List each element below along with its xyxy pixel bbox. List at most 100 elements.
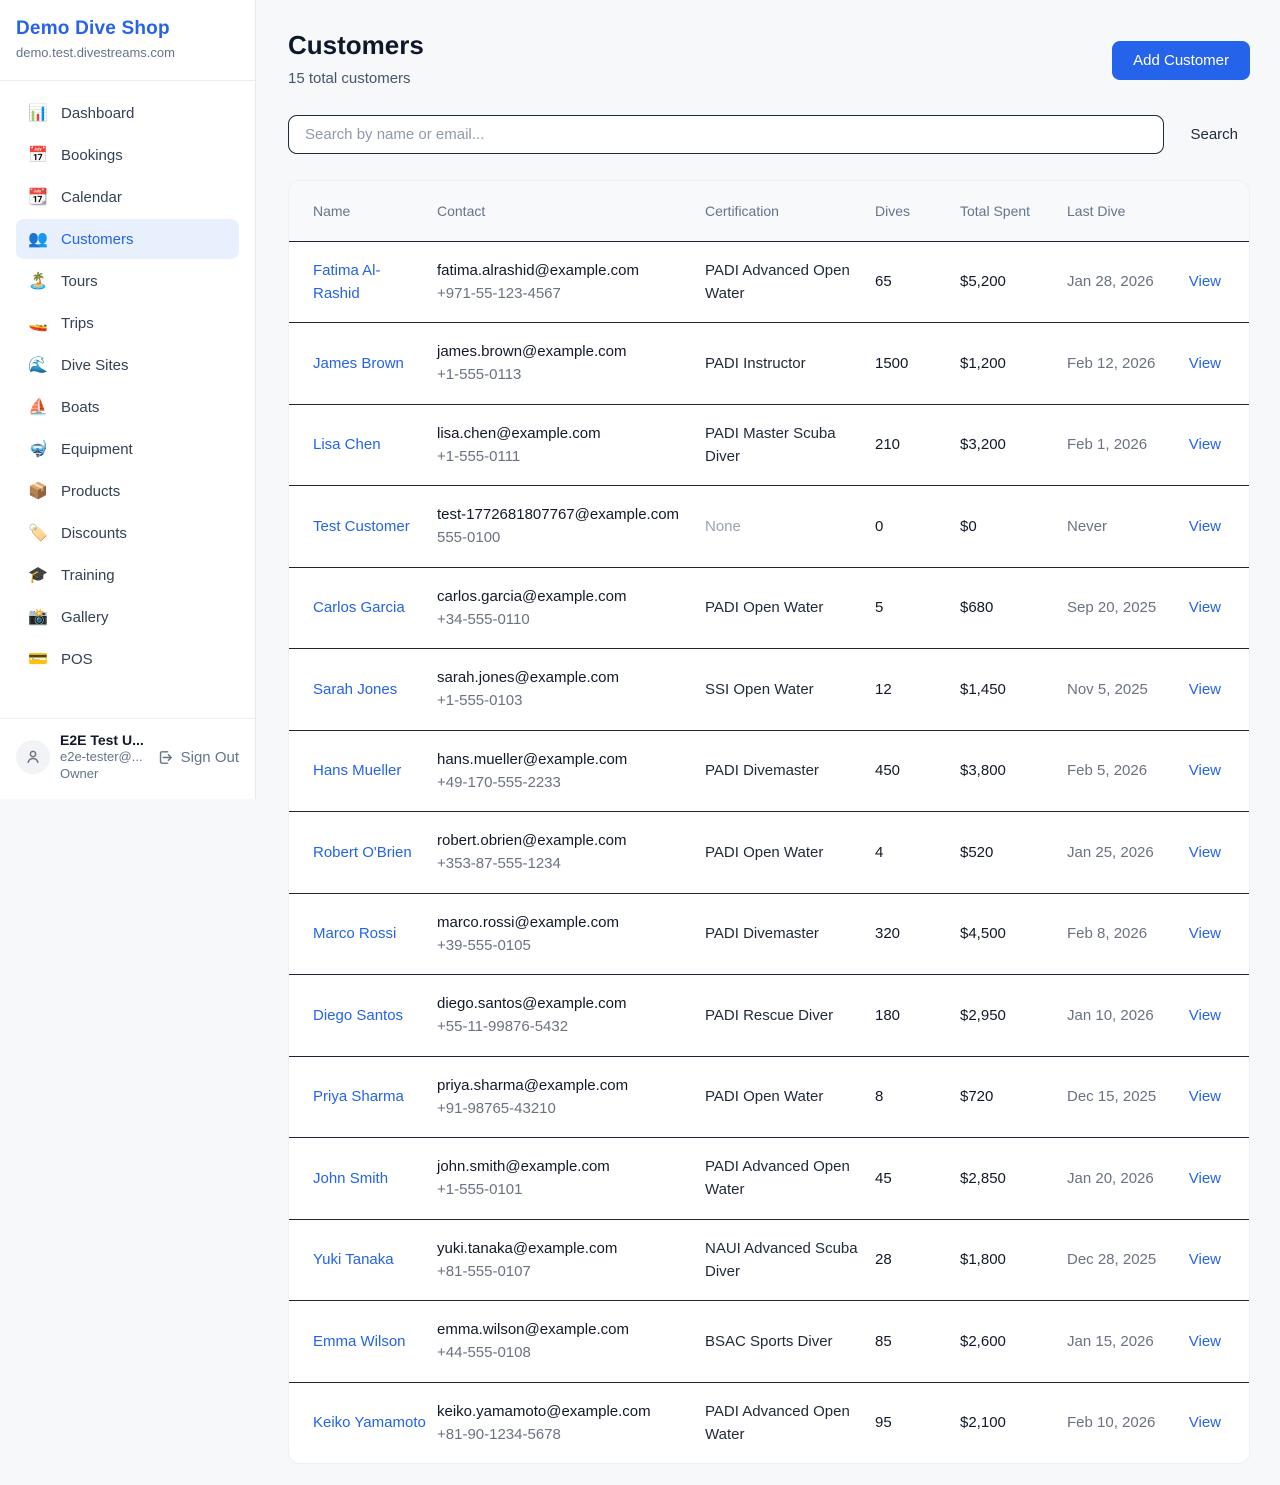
customer-total-spent: $680 [960, 599, 993, 616]
customer-email: lisa.chen@example.com [437, 422, 695, 445]
sidebar-item-equipment[interactable]: 🤿 Equipment [16, 429, 239, 469]
sidebar-item-pos[interactable]: 💳 POS [16, 639, 239, 679]
view-link[interactable]: View [1189, 273, 1221, 290]
sidebar-item-discounts[interactable]: 🏷️ Discounts [16, 513, 239, 553]
sidebar-item-boats[interactable]: ⛵ Boats [16, 387, 239, 427]
view-link[interactable]: View [1189, 844, 1221, 861]
customer-email: marco.rossi@example.com [437, 911, 695, 934]
customer-phone: +1-555-0113 [437, 363, 695, 386]
view-link[interactable]: View [1189, 1251, 1221, 1268]
customer-email: james.brown@example.com [437, 340, 695, 363]
sidebar-item-dive-sites[interactable]: 🌊 Dive Sites [16, 345, 239, 385]
customer-phone: +55-11-99876-5432 [437, 1015, 695, 1038]
customer-name-link[interactable]: Robert O'Brien [313, 844, 412, 861]
sidebar-item-gallery[interactable]: 📸 Gallery [16, 597, 239, 637]
customer-name-link[interactable]: Priya Sharma [313, 1088, 404, 1105]
view-link[interactable]: View [1189, 436, 1221, 453]
customer-certification: PADI Open Water [705, 844, 823, 861]
view-link[interactable]: View [1189, 762, 1221, 779]
customer-phone: +39-555-0105 [437, 934, 695, 957]
wave-icon: 🌊 [28, 355, 48, 375]
sidebar-item-customers[interactable]: 👥 Customers [16, 219, 239, 259]
view-link[interactable]: View [1189, 1414, 1221, 1431]
customer-name-link[interactable]: Hans Mueller [313, 762, 401, 779]
customer-last-dive: Sep 20, 2025 [1067, 599, 1156, 616]
sign-out-button[interactable]: Sign Out [157, 749, 239, 766]
search-input[interactable] [288, 115, 1164, 154]
customer-dives: 4 [875, 844, 883, 861]
customer-last-dive: Dec 28, 2025 [1067, 1251, 1156, 1268]
customer-last-dive: Jan 20, 2026 [1067, 1170, 1154, 1187]
sidebar-item-dashboard[interactable]: 📊 Dashboard [16, 93, 239, 133]
customer-certification: BSAC Sports Diver [705, 1333, 833, 1350]
customer-name-link[interactable]: James Brown [313, 355, 404, 372]
customer-total-spent: $3,200 [960, 436, 1006, 453]
sidebar-item-products[interactable]: 📦 Products [16, 471, 239, 511]
customer-name-link[interactable]: Marco Rossi [313, 925, 396, 942]
customer-certification: None [705, 518, 741, 535]
sidebar-item-tours[interactable]: 🏝️ Tours [16, 261, 239, 301]
customer-name-link[interactable]: Sarah Jones [313, 681, 397, 698]
view-link[interactable]: View [1189, 681, 1221, 698]
customer-name-link[interactable]: Test Customer [313, 518, 410, 535]
sidebar-item-calendar[interactable]: 📆 Calendar [16, 177, 239, 217]
view-link[interactable]: View [1189, 1170, 1221, 1187]
customer-name-link[interactable]: Emma Wilson [313, 1333, 406, 1350]
customer-name-link[interactable]: Fatima Al-Rashid [313, 262, 381, 302]
nav-item-label: Training [61, 567, 115, 584]
customer-certification: SSI Open Water [705, 681, 814, 698]
customer-phone: +44-555-0108 [437, 1341, 695, 1364]
customer-certification: PADI Divemaster [705, 925, 819, 942]
sidebar-item-bookings[interactable]: 📅 Bookings [16, 135, 239, 175]
customer-name-link[interactable]: John Smith [313, 1170, 388, 1187]
view-link[interactable]: View [1189, 599, 1221, 616]
view-link[interactable]: View [1189, 518, 1221, 535]
customer-total-spent: $3,800 [960, 762, 1006, 779]
customer-name-link[interactable]: Diego Santos [313, 1007, 403, 1024]
nav-item-label: Products [61, 483, 120, 500]
table-row: Priya Sharma priya.sharma@example.com +9… [289, 1056, 1249, 1138]
column-header-name: Name [289, 181, 437, 241]
customer-name-link[interactable]: Carlos Garcia [313, 599, 405, 616]
table-row: Sarah Jones sarah.jones@example.com +1-5… [289, 649, 1249, 731]
customer-total-spent: $4,500 [960, 925, 1006, 942]
customer-certification: PADI Rescue Diver [705, 1007, 833, 1024]
view-link[interactable]: View [1189, 355, 1221, 372]
customer-name-link[interactable]: Lisa Chen [313, 436, 381, 453]
sidebar-item-training[interactable]: 🎓 Training [16, 555, 239, 595]
nav-item-label: Gallery [61, 609, 109, 626]
page-header-text: Customers 15 total customers [288, 30, 424, 87]
nav-item-label: Equipment [61, 441, 133, 458]
customer-dives: 45 [875, 1170, 892, 1187]
table-row: James Brown james.brown@example.com +1-5… [289, 323, 1249, 405]
search-button[interactable]: Search [1178, 118, 1250, 151]
view-link[interactable]: View [1189, 1007, 1221, 1024]
nav-item-label: POS [61, 651, 93, 668]
customer-count: 15 total customers [288, 70, 424, 87]
view-link[interactable]: View [1189, 1088, 1221, 1105]
sidebar-item-trips[interactable]: 🚤 Trips [16, 303, 239, 343]
nav-item-label: Boats [61, 399, 99, 416]
customer-last-dive: Never [1067, 518, 1107, 535]
customer-table-body: Fatima Al-Rashid fatima.alrashid@example… [289, 241, 1249, 1463]
customer-email: robert.obrien@example.com [437, 829, 695, 852]
customer-email: john.smith@example.com [437, 1155, 695, 1178]
customer-total-spent: $0 [960, 518, 977, 535]
camera-flash-icon: 📸 [28, 607, 48, 627]
customer-name-link[interactable]: Keiko Yamamoto [313, 1414, 426, 1431]
customers-table-card: NameContactCertificationDivesTotal Spent… [288, 180, 1250, 1464]
customer-certification: PADI Master Scuba Diver [705, 425, 836, 465]
customer-dives: 210 [875, 436, 900, 453]
customer-certification: PADI Open Water [705, 1088, 823, 1105]
customer-last-dive: Feb 10, 2026 [1067, 1414, 1155, 1431]
view-link[interactable]: View [1189, 1333, 1221, 1350]
customer-phone: +1-555-0101 [437, 1178, 695, 1201]
user-email: e2e-tester@... [60, 749, 144, 766]
add-customer-button[interactable]: Add Customer [1112, 41, 1250, 80]
table-row: Emma Wilson emma.wilson@example.com +44-… [289, 1301, 1249, 1383]
table-row: Carlos Garcia carlos.garcia@example.com … [289, 567, 1249, 649]
view-link[interactable]: View [1189, 925, 1221, 942]
nav-item-label: Discounts [61, 525, 127, 542]
customer-name-link[interactable]: Yuki Tanaka [313, 1251, 394, 1268]
column-header-certification: Certification [705, 181, 875, 241]
